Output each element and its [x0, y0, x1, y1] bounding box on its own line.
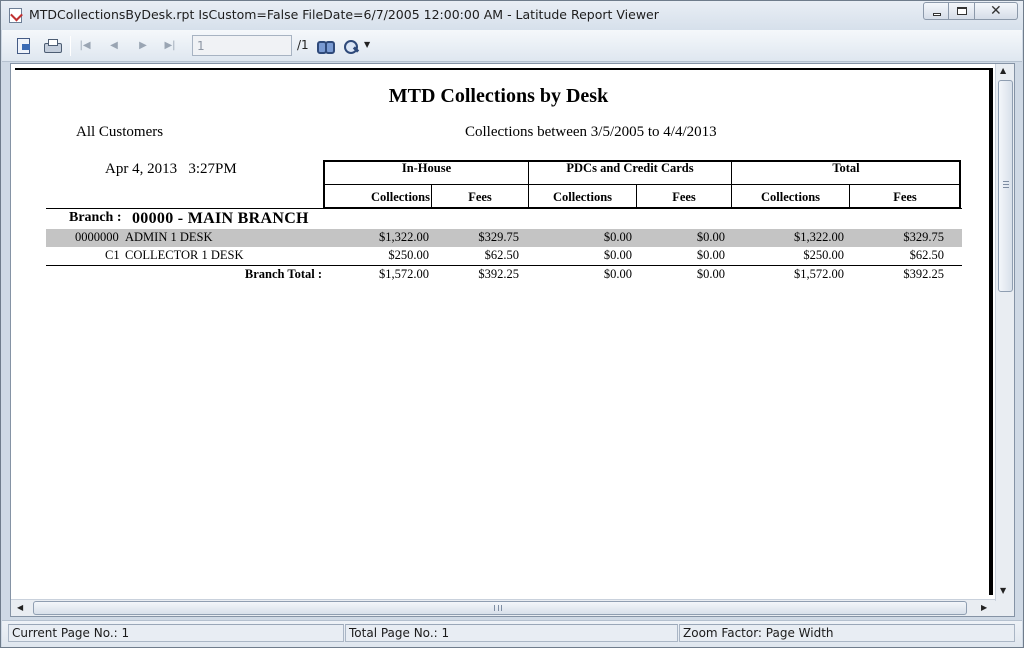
pdc-collections: $0.00	[603, 248, 632, 262]
inhouse-collections: $250.00	[388, 248, 429, 262]
subheader-collections: Collections	[552, 190, 613, 204]
status-bar: Current Page No.: 1 Total Page No.: 1 Zo…	[2, 620, 1022, 647]
previous-page-icon[interactable]: ◀	[108, 39, 120, 53]
desk-name: ADMIN 1 DESK	[125, 230, 213, 244]
branch-total-row: Branch Total : $1,572.00 $392.25 $0.00 $…	[46, 266, 962, 284]
desk-name: COLLECTOR 1 DESK	[125, 248, 244, 262]
grip-icon	[1003, 181, 1009, 188]
scroll-right-icon[interactable]: ▶	[981, 603, 987, 612]
pdc-collections: $0.00	[603, 230, 632, 244]
total-collections: $1,572.00	[794, 267, 844, 281]
current-page-status: Current Page No.: 1	[8, 624, 344, 642]
page-number-input[interactable]	[192, 35, 292, 56]
last-page-icon[interactable]: ▶|	[164, 39, 176, 53]
table-row: 0000000 ADMIN 1 DESK $1,322.00 $329.75 $…	[46, 229, 962, 247]
desk-code: C1	[105, 248, 120, 262]
subheader-collections: Collections	[370, 190, 430, 204]
scroll-up-icon[interactable]: ▲	[1000, 66, 1006, 75]
branch-label: Branch :	[69, 210, 122, 225]
first-page-icon[interactable]: |◀	[79, 39, 91, 53]
minimize-button[interactable]	[923, 2, 949, 20]
pdc-fees: $0.00	[696, 248, 725, 262]
page-border-right	[989, 68, 993, 595]
scrollbar-corner	[995, 601, 1014, 616]
print-icon[interactable]	[43, 37, 62, 55]
total-fees: $62.50	[909, 248, 944, 262]
total-collections: $250.00	[803, 248, 844, 262]
next-page-icon[interactable]: ▶	[137, 39, 149, 53]
title-bar: MTDCollectionsByDesk.rpt IsCustom=False …	[1, 1, 1023, 30]
toolbar-separator	[70, 36, 71, 56]
find-binoculars-icon[interactable]	[316, 37, 335, 55]
inhouse-fees: $62.50	[484, 248, 519, 262]
grip-icon	[494, 605, 502, 611]
pdc-fees: $0.00	[696, 267, 725, 281]
report-file-icon	[9, 8, 22, 23]
scroll-down-icon[interactable]: ▼	[1000, 586, 1006, 595]
inhouse-fees: $392.25	[478, 267, 519, 281]
print-date: Apr 4, 2013	[105, 161, 178, 177]
table-row: C1 COLLECTOR 1 DESK $250.00 $62.50 $0.00…	[46, 247, 962, 265]
export-report-icon[interactable]	[15, 37, 33, 55]
zoom-status: Zoom Factor: Page Width	[679, 624, 1015, 642]
zoom-dropdown-chevron-icon[interactable]: ▼	[364, 40, 370, 49]
total-fees: $329.75	[903, 230, 944, 244]
page-border-top	[15, 68, 992, 70]
minimize-icon	[933, 13, 941, 16]
scroll-left-icon[interactable]: ◀	[17, 603, 23, 612]
customer-filter: All Customers	[76, 124, 164, 140]
vertical-scroll-thumb[interactable]	[998, 80, 1013, 292]
close-button[interactable]: ✕	[974, 2, 1018, 20]
maximize-button[interactable]	[948, 2, 975, 20]
inhouse-collections: $1,572.00	[379, 267, 429, 281]
toolbar: |◀ ◀ ▶ ▶| /1 ▼	[2, 30, 1022, 62]
group-header-pdc: PDCs and Credit Cards	[566, 161, 694, 175]
pdc-fees: $0.00	[696, 230, 725, 244]
print-time: 3:27PM	[188, 161, 237, 177]
group-header-total: Total	[832, 161, 860, 175]
report-viewport: MTD Collections by Desk All Customers Co…	[10, 63, 1015, 617]
inhouse-collections: $1,322.00	[379, 230, 429, 244]
total-page-status: Total Page No.: 1	[345, 624, 678, 642]
close-icon: ✕	[990, 3, 1002, 19]
column-header-divider	[323, 184, 961, 185]
group-header-inhouse: In-House	[401, 161, 452, 175]
total-fees: $392.25	[903, 267, 944, 281]
subheader-fees: Fees	[672, 190, 696, 204]
header-underline	[46, 208, 962, 209]
zoom-icon[interactable]	[343, 37, 361, 55]
page-total-label: /1	[297, 38, 309, 52]
maximize-icon	[957, 7, 967, 15]
subheader-collections: Collections	[760, 190, 821, 204]
subheader-fees: Fees	[468, 190, 492, 204]
branch-total-label: Branch Total :	[244, 267, 322, 281]
vertical-scrollbar[interactable]: ▲ ▼	[995, 64, 1014, 601]
branch-name: 00000 - MAIN BRANCH	[132, 210, 309, 227]
print-datetime: Apr 4, 2013 3:27PM	[105, 161, 237, 178]
report-title: MTD Collections by Desk	[388, 85, 609, 107]
desk-code: 0000000	[75, 230, 119, 244]
horizontal-scroll-thumb[interactable]	[33, 601, 967, 615]
total-collections: $1,322.00	[794, 230, 844, 244]
report-viewer-window: MTDCollectionsByDesk.rpt IsCustom=False …	[0, 0, 1024, 648]
pdc-collections: $0.00	[603, 267, 632, 281]
window-controls: ✕	[923, 2, 1018, 20]
date-range: Collections between 3/5/2005 to 4/4/2013	[465, 124, 717, 140]
horizontal-scrollbar[interactable]: ◀ ▶	[11, 599, 995, 616]
window-title: MTDCollectionsByDesk.rpt IsCustom=False …	[29, 7, 659, 22]
inhouse-fees: $329.75	[478, 230, 519, 244]
subheader-fees: Fees	[893, 190, 917, 204]
